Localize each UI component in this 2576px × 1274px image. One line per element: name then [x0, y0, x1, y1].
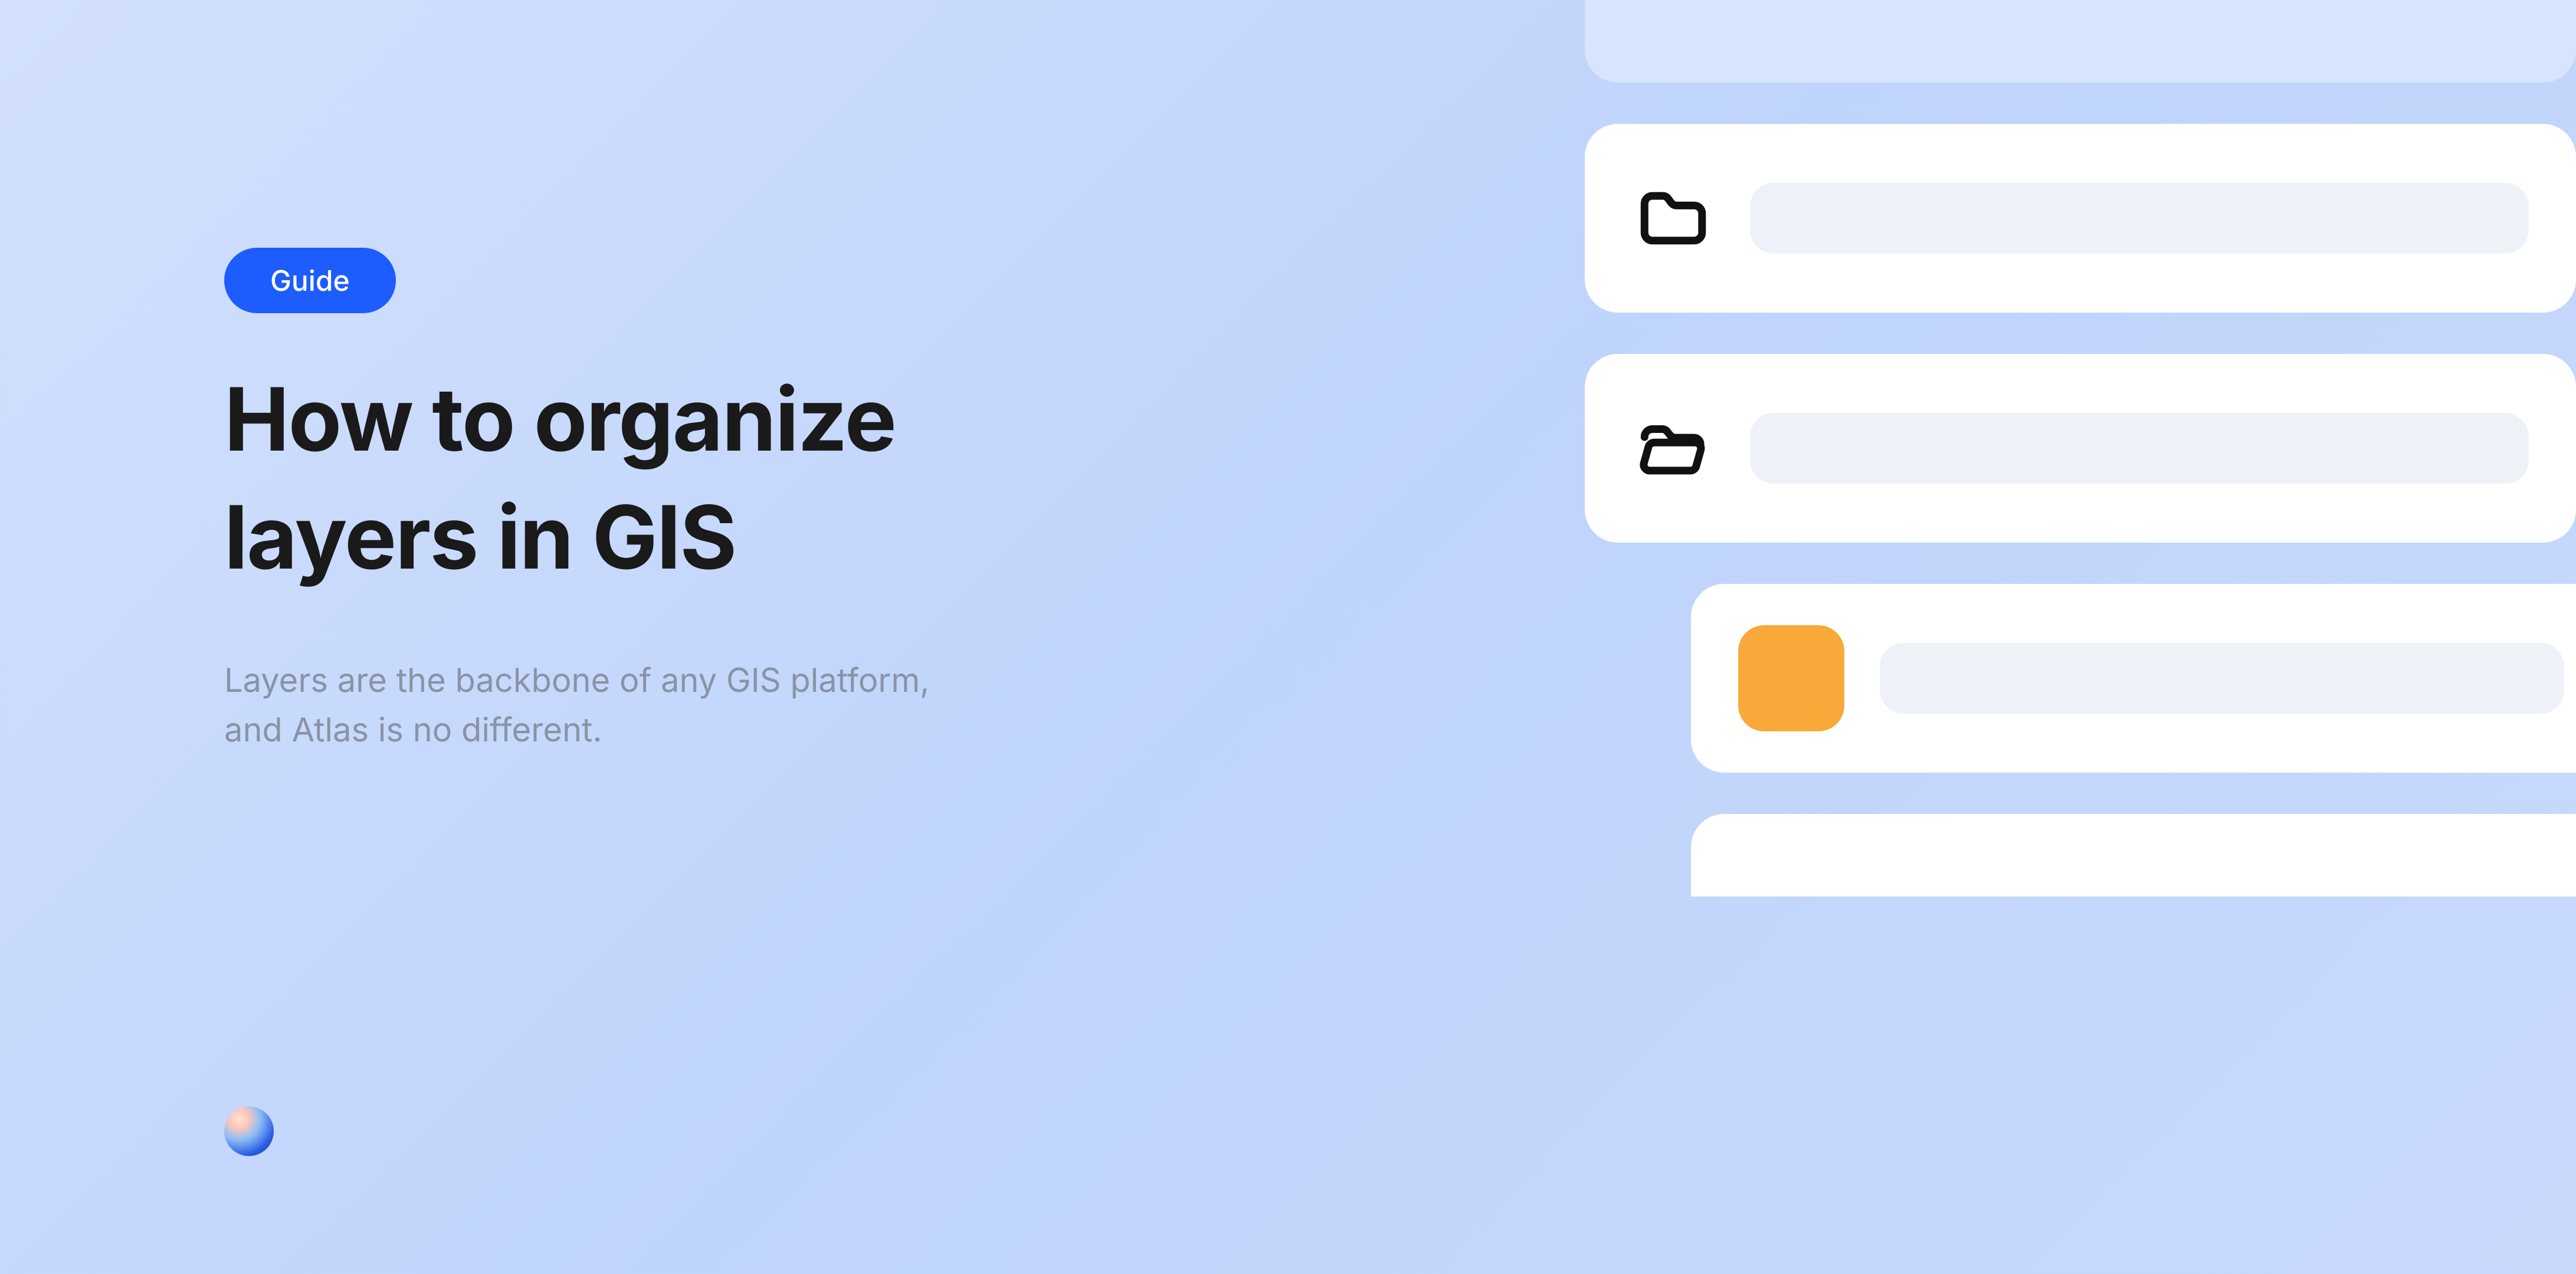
layer-name-placeholder	[1750, 183, 2529, 254]
layer-card-folder-open	[1585, 354, 2576, 543]
layer-color-chip	[1738, 625, 1844, 731]
folder-icon	[1632, 177, 1715, 260]
layer-card-child	[1691, 584, 2576, 773]
brand-logo	[224, 1106, 274, 1156]
layer-card-folder-closed	[1585, 124, 2576, 313]
layer-name-placeholder	[1880, 643, 2564, 714]
page-subtitle: Layers are the backbone of any GIS platf…	[224, 655, 932, 754]
card-placeholder-bottom	[1691, 814, 2576, 897]
layer-cards-illustration	[1585, 0, 2576, 897]
page-title: How to organize layers in GIS	[224, 360, 1168, 596]
hero-text-block: Guide How to organize layers in GIS Laye…	[224, 248, 1168, 754]
category-badge: Guide	[224, 248, 396, 313]
card-placeholder-top	[1585, 0, 2576, 83]
layer-name-placeholder	[1750, 413, 2529, 484]
folder-open-icon	[1632, 407, 1715, 490]
